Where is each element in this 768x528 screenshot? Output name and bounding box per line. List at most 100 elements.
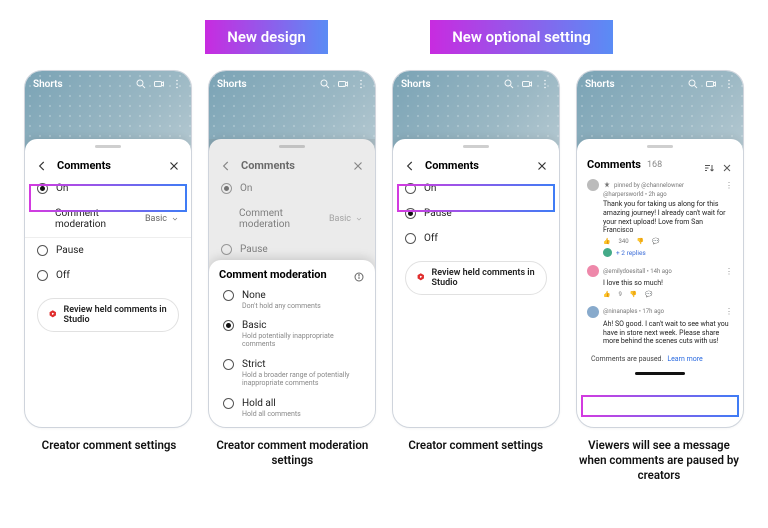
camera-icon bbox=[705, 78, 717, 90]
none-desc: Don't hold any comments bbox=[242, 302, 361, 310]
option-on[interactable]: On bbox=[25, 176, 191, 201]
option-on[interactable]: On bbox=[393, 176, 559, 201]
caption-2: Creator comment moderation settings bbox=[207, 438, 377, 483]
option-pause[interactable]: Pause bbox=[25, 238, 191, 263]
option-pause[interactable]: Pause bbox=[393, 201, 559, 226]
review-held-button[interactable]: Review held comments in Studio bbox=[405, 261, 547, 295]
moderation-value: Basic bbox=[329, 214, 351, 224]
sheet-title: Comments bbox=[241, 159, 343, 172]
search-icon bbox=[503, 78, 515, 90]
more-icon[interactable]: ⋮ bbox=[725, 267, 733, 276]
back-icon[interactable] bbox=[403, 158, 417, 172]
option-pause-label: Pause bbox=[240, 244, 268, 255]
drag-handle-icon[interactable] bbox=[95, 145, 121, 148]
phone-moderation-subsheet: Shorts Comments On Comment moderation Bas… bbox=[208, 70, 376, 428]
info-icon[interactable] bbox=[353, 268, 365, 280]
moderation-option-basic[interactable]: Basic Hold potentially inappropriate com… bbox=[209, 315, 375, 354]
comment-meta: @ninanaples • 17h ago bbox=[603, 308, 664, 315]
holdall-desc: Hold all comments bbox=[242, 410, 361, 418]
shorts-title: Shorts bbox=[585, 79, 615, 90]
phone-viewer-comments-paused: Shorts Comments 168 pin bbox=[576, 70, 744, 428]
comment-meta: @emilydoesitall • 14h ago bbox=[603, 268, 672, 275]
studio-icon bbox=[416, 272, 426, 284]
shorts-title: Shorts bbox=[217, 79, 247, 90]
basic-desc: Hold potentially inappropriate comments bbox=[242, 332, 361, 349]
like-count: 9 bbox=[618, 291, 621, 298]
close-icon[interactable] bbox=[721, 159, 733, 171]
badge-new-optional-setting: New optional setting bbox=[430, 20, 613, 54]
chevron-down-icon bbox=[171, 215, 179, 223]
learn-more-link[interactable]: Learn more bbox=[667, 355, 702, 363]
paused-banner: Comments are paused. Learn more bbox=[585, 350, 735, 368]
phone-creator-settings-moderation-row: Shorts Comments On bbox=[24, 70, 192, 428]
moderation-sheet-title: Comment moderation bbox=[219, 268, 353, 281]
moderation-label: Comment moderation bbox=[239, 208, 321, 230]
option-on-label: On bbox=[424, 183, 436, 194]
sort-icon[interactable] bbox=[703, 159, 715, 171]
dislike-icon[interactable]: 👎 bbox=[630, 291, 637, 298]
pinned-label: pinned by @channelowner bbox=[614, 182, 684, 189]
caption-3: Creator comment settings bbox=[391, 438, 561, 483]
row-comment-moderation[interactable]: Comment moderation Basic bbox=[25, 201, 191, 237]
comments-count: 168 bbox=[647, 160, 662, 170]
sheet-title: Comments bbox=[425, 159, 527, 172]
option-off-label: Off bbox=[424, 233, 438, 244]
search-icon bbox=[135, 78, 147, 90]
radio-pause-icon bbox=[37, 245, 48, 256]
reply-icon[interactable]: 💬 bbox=[652, 238, 659, 245]
back-icon[interactable] bbox=[35, 158, 49, 172]
comment-body: Ah! SO good. I can't wait to see what yo… bbox=[603, 320, 733, 346]
comment-item: @ninanaples • 17h ago ⋮ Ah! SO good. I ca… bbox=[577, 302, 743, 350]
radio-off-icon bbox=[37, 270, 48, 281]
camera-icon bbox=[153, 78, 165, 90]
holdall-label: Hold all bbox=[242, 398, 276, 409]
option-on-label: On bbox=[240, 183, 252, 194]
basic-label: Basic bbox=[242, 320, 267, 331]
comments-title: Comments bbox=[587, 158, 641, 171]
more-icon bbox=[723, 78, 735, 90]
moderation-value: Basic bbox=[145, 214, 167, 224]
like-count: 340 bbox=[618, 238, 628, 245]
search-icon bbox=[687, 78, 699, 90]
review-label: Review held comments in Studio bbox=[432, 268, 536, 288]
comment-item: @emilydoesitall • 14h ago ⋮ I love this s… bbox=[577, 261, 743, 302]
camera-icon bbox=[337, 78, 349, 90]
replies-link[interactable]: + 2 replies bbox=[603, 248, 733, 257]
option-on-label: On bbox=[56, 183, 68, 194]
comment-body: Thank you for taking us along for this a… bbox=[603, 200, 733, 235]
close-icon[interactable] bbox=[535, 158, 549, 172]
drag-handle-icon[interactable] bbox=[647, 145, 673, 148]
option-off[interactable]: Off bbox=[393, 226, 559, 251]
like-icon[interactable]: 👍 bbox=[603, 238, 610, 245]
moderation-label: Comment moderation bbox=[55, 208, 137, 230]
comment-item: pinned by @channelowner ⋮ @harpersworld … bbox=[577, 175, 743, 261]
comment-body: I love this so much! bbox=[603, 279, 733, 288]
more-icon bbox=[539, 78, 551, 90]
review-held-button[interactable]: Review held comments in Studio bbox=[37, 298, 179, 332]
reply-icon[interactable]: 💬 bbox=[645, 291, 652, 298]
moderation-option-holdall[interactable]: Hold all Hold all comments bbox=[209, 393, 375, 423]
more-icon[interactable]: ⋮ bbox=[725, 181, 733, 190]
shorts-title: Shorts bbox=[401, 79, 431, 90]
caption-1: Creator comment settings bbox=[24, 438, 194, 483]
more-icon[interactable]: ⋮ bbox=[725, 307, 733, 316]
like-icon[interactable]: 👍 bbox=[603, 291, 610, 298]
drag-handle-icon[interactable] bbox=[463, 145, 489, 148]
shorts-title: Shorts bbox=[33, 79, 63, 90]
more-icon bbox=[355, 78, 367, 90]
moderation-option-strict[interactable]: Strict Hold a broader range of potential… bbox=[209, 354, 375, 393]
badge-new-design: New design bbox=[205, 20, 328, 54]
sheet-title: Comments bbox=[57, 159, 159, 172]
caption-4: Viewers will see a message when comments… bbox=[574, 438, 744, 483]
dislike-icon[interactable]: 👎 bbox=[637, 238, 644, 245]
home-indicator bbox=[635, 372, 685, 375]
option-off[interactable]: Off bbox=[25, 263, 191, 288]
pin-icon bbox=[603, 181, 611, 189]
back-icon bbox=[219, 158, 233, 172]
moderation-option-none[interactable]: None Don't hold any comments bbox=[209, 285, 375, 315]
more-icon bbox=[171, 78, 183, 90]
close-icon[interactable] bbox=[167, 158, 181, 172]
option-pause-label: Pause bbox=[56, 245, 84, 256]
close-icon bbox=[351, 158, 365, 172]
search-icon bbox=[319, 78, 331, 90]
